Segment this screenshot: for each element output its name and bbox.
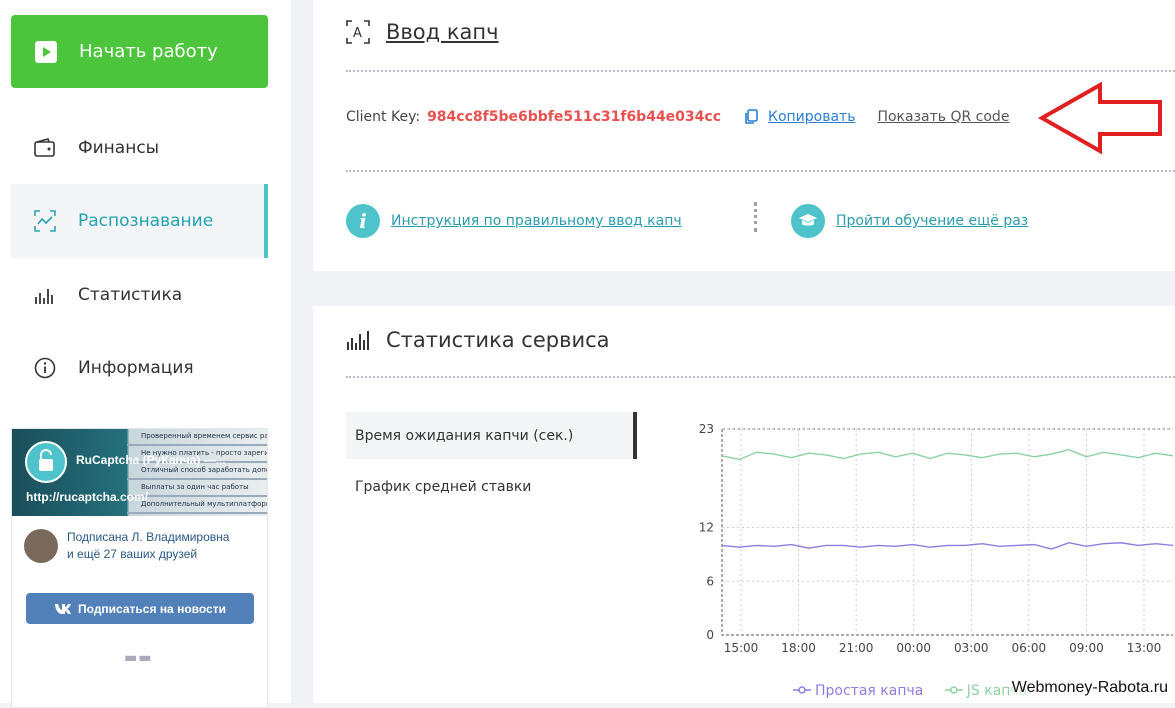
captcha-card: A Ввод капч Client Key: 984cc8f5be6bbfe5…: [313, 0, 1175, 271]
legend-marker: [950, 686, 958, 694]
y-tick-label: 23: [699, 422, 714, 436]
sidebar-item-statistics[interactable]: Статистика: [11, 258, 268, 332]
wait-time-chart: 0 6 12 23 15:00 18:00 21:00 00:00 03:00 06:00 09:0…: [699, 422, 1174, 699]
tab-wait-time[interactable]: Время ожидания капчи (сек.): [346, 412, 637, 459]
start-work-button[interactable]: Начать работу: [11, 15, 268, 88]
vk-widget: Проверенный временем сервис распо Не нуж…: [11, 428, 268, 708]
avatar[interactable]: [24, 529, 58, 563]
x-tick-label: 00:00: [896, 641, 931, 655]
client-key-label: Client Key:: [346, 109, 421, 125]
vk-banner-line: Проверенный временем сервис распо: [127, 429, 267, 446]
page-title[interactable]: Ввод капч: [386, 20, 499, 44]
statistics-section-title: Статистика сервиса: [346, 328, 610, 352]
more-dots-icon[interactable]: ▬▬: [124, 650, 152, 666]
x-tick-label: 03:00: [954, 641, 989, 655]
vk-group-title[interactable]: RuCaptcha (РуКапча) —...: [76, 453, 226, 467]
wallet-icon: [33, 136, 57, 160]
rucaptcha-logo-icon: [25, 441, 67, 483]
x-tick-label: 13:00: [1127, 641, 1162, 655]
tab-label: График средней ставки: [355, 478, 532, 495]
y-tick-label: 12: [699, 521, 714, 535]
vk-subscribers: Подписана Л. Владимировна и ещё 27 ваших…: [24, 529, 229, 563]
instruction-link: Инструкция по правильному ввод капч: [391, 213, 682, 229]
x-tick-label: 15:00: [724, 641, 759, 655]
vk-subscribed-line1[interactable]: Подписана Л. Владимировна: [67, 529, 229, 546]
training-link: Пройти обучение ещё раз: [836, 213, 1029, 229]
scan-icon: [33, 209, 57, 233]
sidebar-item-label: Информация: [78, 358, 194, 378]
graduation-cap-icon: [791, 204, 825, 238]
sidebar-item-label: Распознавание: [78, 211, 214, 231]
vk-banner[interactable]: Проверенный временем сервис распо Не нуж…: [12, 429, 267, 516]
vk-group-url[interactable]: http://rucaptcha.com/: [26, 490, 148, 504]
bar-chart-icon: [33, 283, 57, 307]
bar-chart-icon: [346, 329, 370, 351]
copy-icon: [745, 109, 758, 124]
statistics-card: Статистика сервиса Время ожидания капчи …: [313, 306, 1175, 703]
watermark: Webmoney-Rabota.ru: [1011, 679, 1168, 697]
tab-label: Время ожидания капчи (сек.): [355, 427, 574, 444]
x-tick-label: 06:00: [1012, 641, 1047, 655]
sidebar-item-finance[interactable]: Финансы: [11, 111, 268, 185]
sidebar-item-label: Статистика: [78, 285, 183, 305]
y-tick-label: 6: [706, 574, 714, 588]
x-tick-label: 18:00: [781, 641, 816, 655]
copy-button[interactable]: Копировать: [743, 109, 855, 125]
legend-marker: [798, 686, 806, 694]
x-tick-label: 09:00: [1069, 641, 1104, 655]
vk-subscribe-label: Подписаться на новости: [78, 601, 226, 616]
client-key-value: 984cc8f5be6bbfe511c31f6b44e034cc: [427, 109, 722, 125]
training-link-row[interactable]: Пройти обучение ещё раз: [791, 204, 1028, 238]
legend-label: Простая капча: [815, 683, 923, 699]
sidebar-item-label: Финансы: [78, 138, 160, 158]
copy-label: Копировать: [768, 109, 856, 125]
series-line-1: [721, 448, 1174, 461]
vk-subscribed-line2[interactable]: и ещё 27 ваших друзей: [67, 546, 229, 563]
red-arrow-icon: [1038, 82, 1162, 154]
show-qr-link[interactable]: Показать QR code: [877, 109, 1009, 125]
sidebar: Начать работу Финансы Распознавание Стат…: [0, 0, 291, 708]
start-work-label: Начать работу: [79, 41, 218, 62]
series-line-0: [721, 542, 1174, 550]
x-tick-label: 21:00: [839, 641, 874, 655]
text-box-icon: A: [346, 20, 370, 44]
info-icon: [33, 356, 57, 380]
divider: [346, 376, 1175, 378]
chart-frame: [721, 428, 1173, 636]
svg-text:A: A: [353, 26, 362, 41]
tab-average-rate[interactable]: График средней ставки: [346, 463, 637, 510]
instruction-link-row[interactable]: i Инструкция по правильному ввод капч: [346, 204, 682, 238]
vertical-dots-divider: [754, 202, 761, 232]
divider: [346, 170, 1175, 172]
client-key-row: Client Key: 984cc8f5be6bbfe511c31f6b44e0…: [346, 109, 1009, 125]
captcha-section-title: A Ввод капч: [346, 20, 499, 44]
divider: [346, 70, 1175, 72]
sidebar-item-recognition[interactable]: Распознавание: [11, 184, 268, 258]
sidebar-item-information[interactable]: Информация: [11, 331, 268, 405]
y-tick-label: 0: [706, 628, 714, 642]
vk-subscribe-button[interactable]: Подписаться на новости: [26, 593, 254, 624]
vk-icon: [55, 603, 72, 614]
play-icon: [35, 40, 57, 63]
statistics-title: Статистика сервиса: [386, 328, 610, 352]
info-circle-icon: i: [346, 204, 380, 238]
